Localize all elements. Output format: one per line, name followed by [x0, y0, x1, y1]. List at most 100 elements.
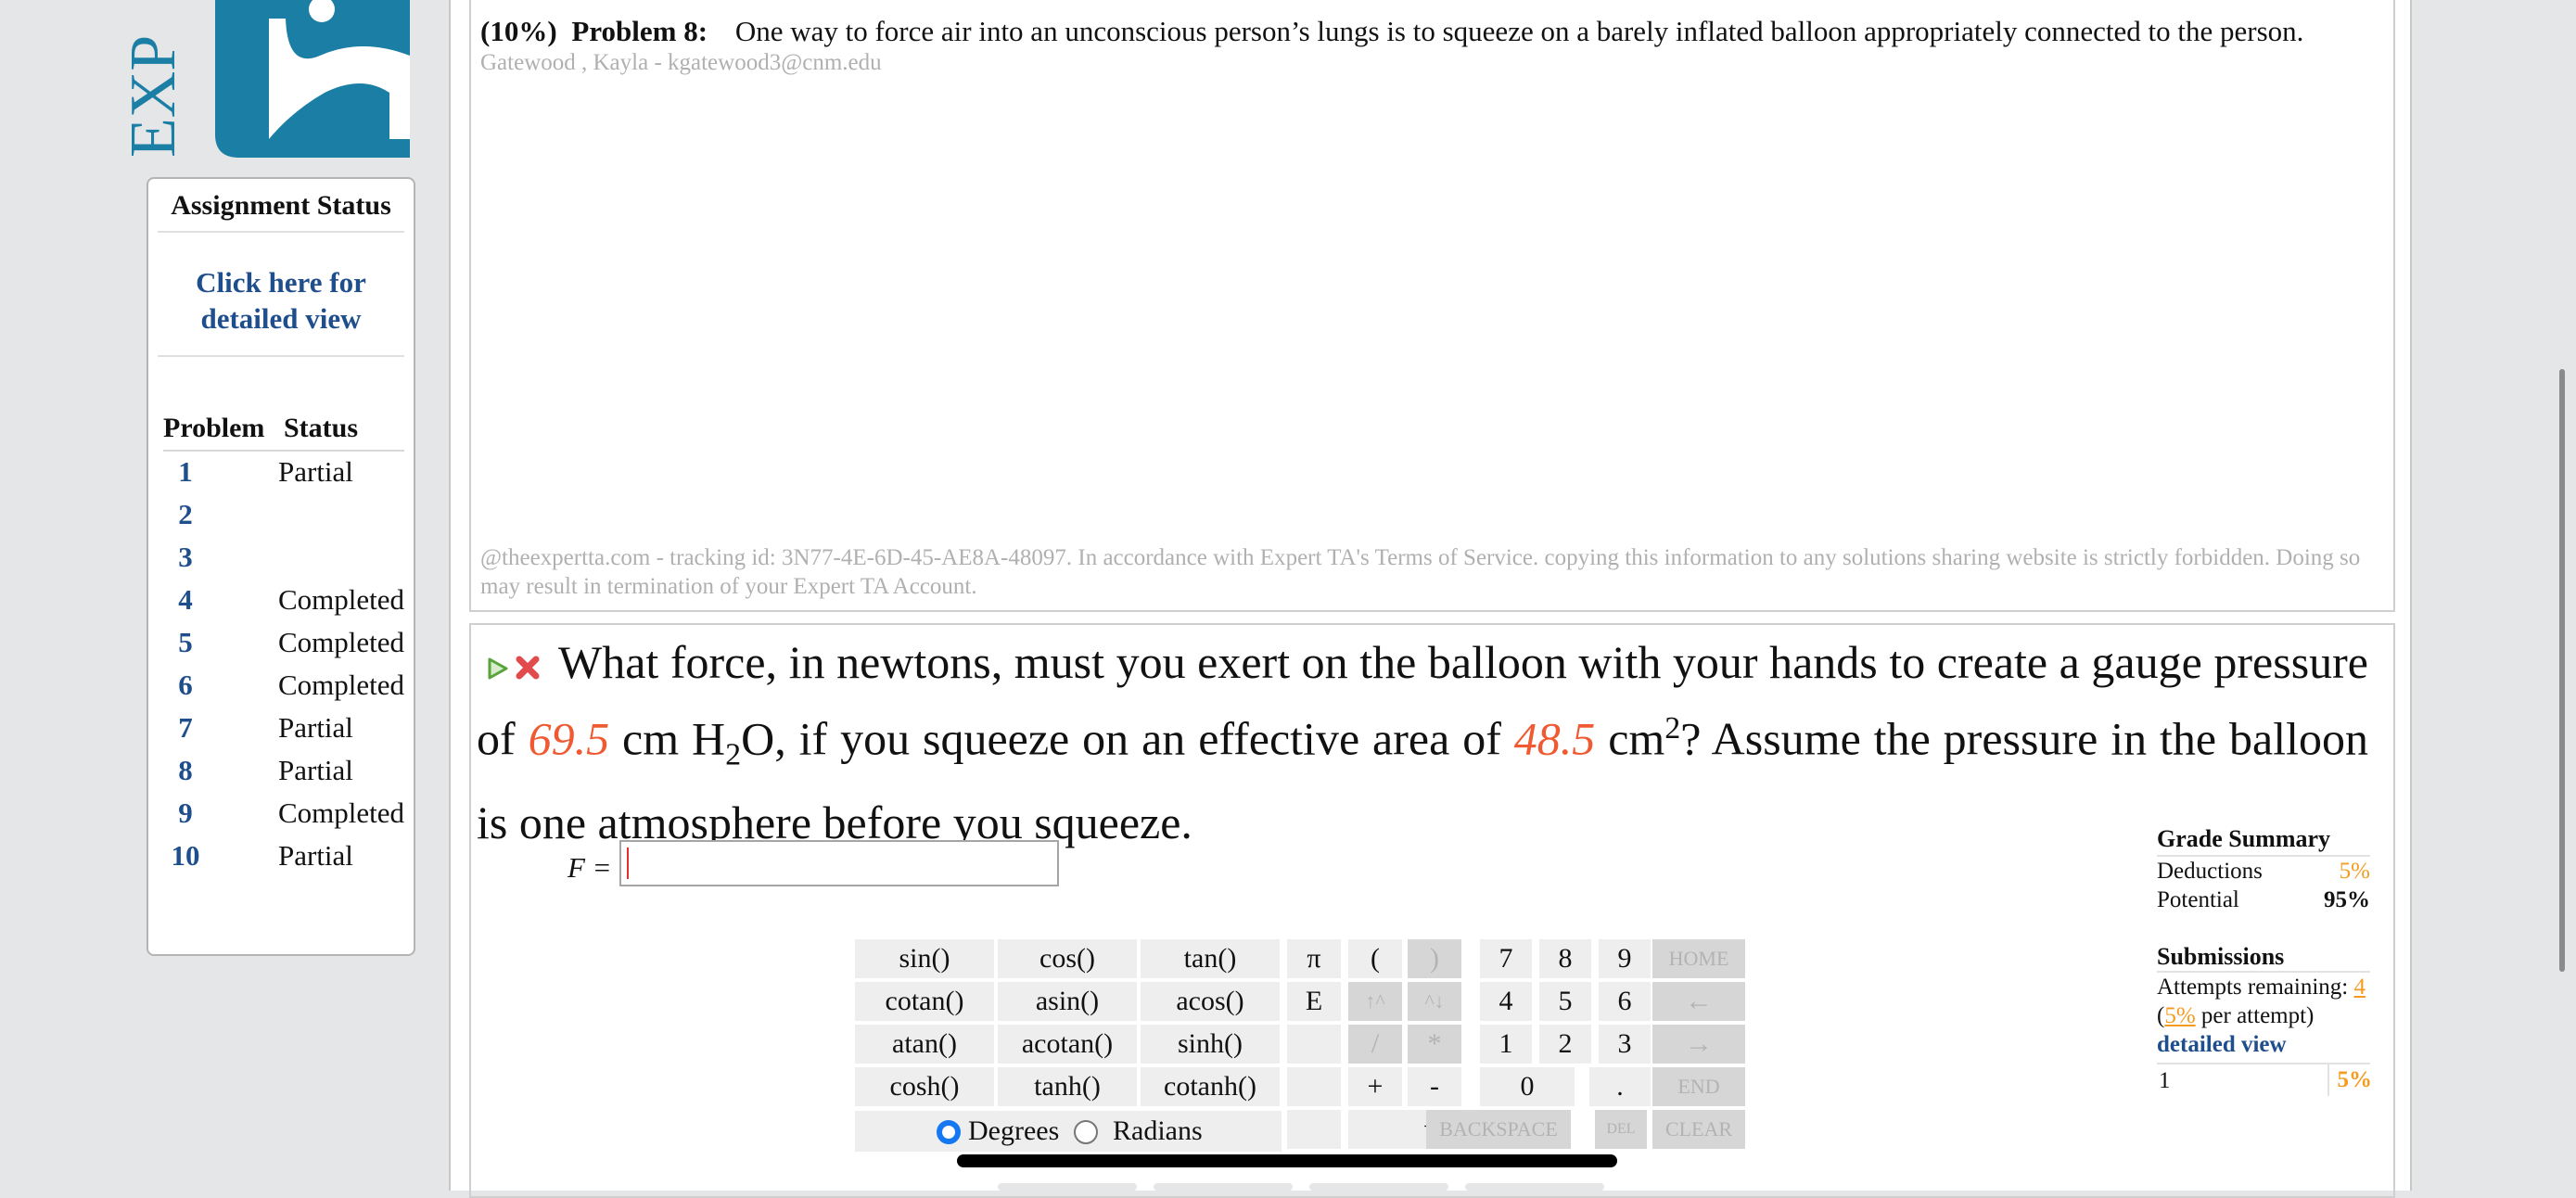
- key-sinh[interactable]: sinh(): [1141, 1025, 1280, 1064]
- key-pi[interactable]: π: [1287, 939, 1341, 978]
- key-home[interactable]: HOME: [1652, 939, 1745, 978]
- key-del[interactable]: DEL: [1595, 1110, 1647, 1149]
- key-8[interactable]: 8: [1539, 939, 1591, 978]
- radians-radio[interactable]: [1074, 1120, 1098, 1144]
- key-5[interactable]: 5: [1539, 982, 1591, 1021]
- submission-deduction: 5%: [2327, 1064, 2372, 1096]
- key-7[interactable]: 7: [1480, 939, 1532, 978]
- home-indicator[interactable]: [957, 1154, 1617, 1167]
- problem-link[interactable]: 4: [163, 583, 208, 617]
- attempts-value: 4: [2353, 975, 2366, 1000]
- submissions-panel: Submissions Attempts remaining: 4 (5% pe…: [2157, 942, 2372, 1096]
- key-6[interactable]: 6: [1599, 982, 1651, 1021]
- status-row: 7 Partial: [163, 711, 404, 754]
- key-backspace[interactable]: BACKSPACE: [1426, 1110, 1571, 1149]
- key-cos[interactable]: cos(): [998, 939, 1137, 978]
- key-2[interactable]: 2: [1539, 1025, 1591, 1064]
- hint-triangle-icon[interactable]: [484, 656, 510, 682]
- key-cosh[interactable]: cosh(): [855, 1067, 994, 1106]
- problem-intro: One way to force air into an unconscious…: [734, 15, 2304, 47]
- degrees-label[interactable]: Degrees: [968, 1111, 1059, 1152]
- feedback-button-edge[interactable]: [1309, 1183, 1448, 1191]
- key-clear[interactable]: CLEAR: [1652, 1110, 1745, 1149]
- key-right[interactable]: →: [1652, 1025, 1745, 1064]
- hint-button-edge[interactable]: [1154, 1183, 1293, 1191]
- give-up-button-edge[interactable]: [1465, 1183, 1604, 1191]
- answer-input[interactable]: [619, 840, 1059, 886]
- problem-weight: (10%): [480, 15, 557, 47]
- key-down-arrow[interactable]: ^↓: [1408, 982, 1461, 1021]
- problem-status: Completed: [278, 626, 405, 658]
- key-left[interactable]: ←: [1652, 982, 1745, 1021]
- radians-label[interactable]: Radians: [1113, 1111, 1203, 1152]
- key-asin[interactable]: asin(): [998, 982, 1137, 1021]
- scrollbar-thumb[interactable]: [2559, 369, 2565, 972]
- per-attempt-text: per attempt): [2195, 1003, 2315, 1028]
- key-e[interactable]: E: [1287, 982, 1341, 1021]
- problem-link[interactable]: 2: [163, 498, 208, 531]
- problem-link[interactable]: 5: [163, 626, 208, 659]
- expertta-logo: EXP: [130, 0, 410, 159]
- key-minus[interactable]: -: [1408, 1067, 1461, 1106]
- potential-row: Potential 95%: [2157, 886, 2370, 914]
- deductions-row: Deductions 5%: [2157, 857, 2370, 886]
- key-end[interactable]: END: [1652, 1067, 1745, 1106]
- give-up-x-icon[interactable]: [514, 654, 542, 682]
- question-part-4: cm: [1595, 712, 1665, 765]
- key-blank: [1287, 1067, 1341, 1106]
- problem-status: Partial: [278, 711, 353, 744]
- problem-link[interactable]: 9: [163, 797, 208, 830]
- key-multiply[interactable]: *: [1408, 1025, 1461, 1064]
- degrees-radio[interactable]: [937, 1120, 961, 1144]
- key-acos[interactable]: acos(): [1141, 982, 1280, 1021]
- key-dot[interactable]: .: [1589, 1067, 1651, 1106]
- key-atan[interactable]: atan(): [855, 1025, 994, 1064]
- problem-status: Partial: [278, 455, 353, 488]
- student-info: Gatewood , Kayla - kgatewood3@cnm.edu: [480, 50, 882, 75]
- submissions-detail-link[interactable]: detailed view: [2157, 1030, 2370, 1059]
- key-plus[interactable]: +: [1348, 1067, 1402, 1106]
- submission-row: 1 5%: [2157, 1063, 2372, 1096]
- assignment-status-title: Assignment Status: [158, 190, 404, 233]
- key-blank: [1287, 1025, 1341, 1064]
- given-pressure-value: 69.5: [528, 712, 610, 765]
- question-part-3: O, if you squeeze on an effective area o…: [741, 712, 1514, 765]
- potential-value: 95%: [2324, 887, 2370, 912]
- submit-button-edge[interactable]: [998, 1183, 1137, 1191]
- key-close-paren[interactable]: ): [1408, 939, 1461, 978]
- key-cotanh[interactable]: cotanh(): [1141, 1067, 1280, 1106]
- status-row: 10 Partial: [163, 839, 404, 882]
- problem-status: Completed: [278, 797, 405, 829]
- key-acotan[interactable]: acotan(): [998, 1025, 1137, 1064]
- key-divide[interactable]: /: [1348, 1025, 1402, 1064]
- grade-summary-title: Grade Summary: [2157, 825, 2370, 857]
- problem-link[interactable]: 1: [163, 455, 208, 489]
- grade-summary: Grade Summary Deductions 5% Potential 95…: [2157, 825, 2370, 914]
- key-open-paren[interactable]: (: [1348, 939, 1402, 978]
- problem-link[interactable]: 3: [163, 541, 208, 574]
- key-tan[interactable]: tan(): [1141, 939, 1280, 978]
- assignment-status-panel: Assignment Status Click here for detaile…: [147, 177, 415, 956]
- answer-variable-label: F =: [567, 851, 612, 884]
- key-4[interactable]: 4: [1480, 982, 1532, 1021]
- problem-statement-box: (10%) Problem 8: One way to force air in…: [469, 0, 2395, 612]
- status-row: 2: [163, 498, 404, 541]
- key-tanh[interactable]: tanh(): [998, 1067, 1137, 1106]
- problem-link[interactable]: 8: [163, 754, 208, 787]
- key-cotan[interactable]: cotan(): [855, 982, 994, 1021]
- status-row: 3: [163, 541, 404, 583]
- key-9[interactable]: 9: [1599, 939, 1651, 978]
- problem-link[interactable]: 10: [163, 839, 208, 873]
- key-blank: [1287, 1110, 1341, 1149]
- key-0[interactable]: 0: [1480, 1067, 1575, 1106]
- problem-link[interactable]: 6: [163, 669, 208, 702]
- subscript-2: 2: [725, 737, 742, 772]
- key-sin[interactable]: sin(): [855, 939, 994, 978]
- detailed-view-link[interactable]: Click here for detailed view: [158, 264, 404, 357]
- superscript-2: 2: [1664, 711, 1681, 746]
- text-caret: [627, 848, 629, 879]
- problem-link[interactable]: 7: [163, 711, 208, 745]
- key-3[interactable]: 3: [1599, 1025, 1651, 1064]
- key-up-arrow[interactable]: ↑^: [1348, 982, 1402, 1021]
- key-1[interactable]: 1: [1480, 1025, 1532, 1064]
